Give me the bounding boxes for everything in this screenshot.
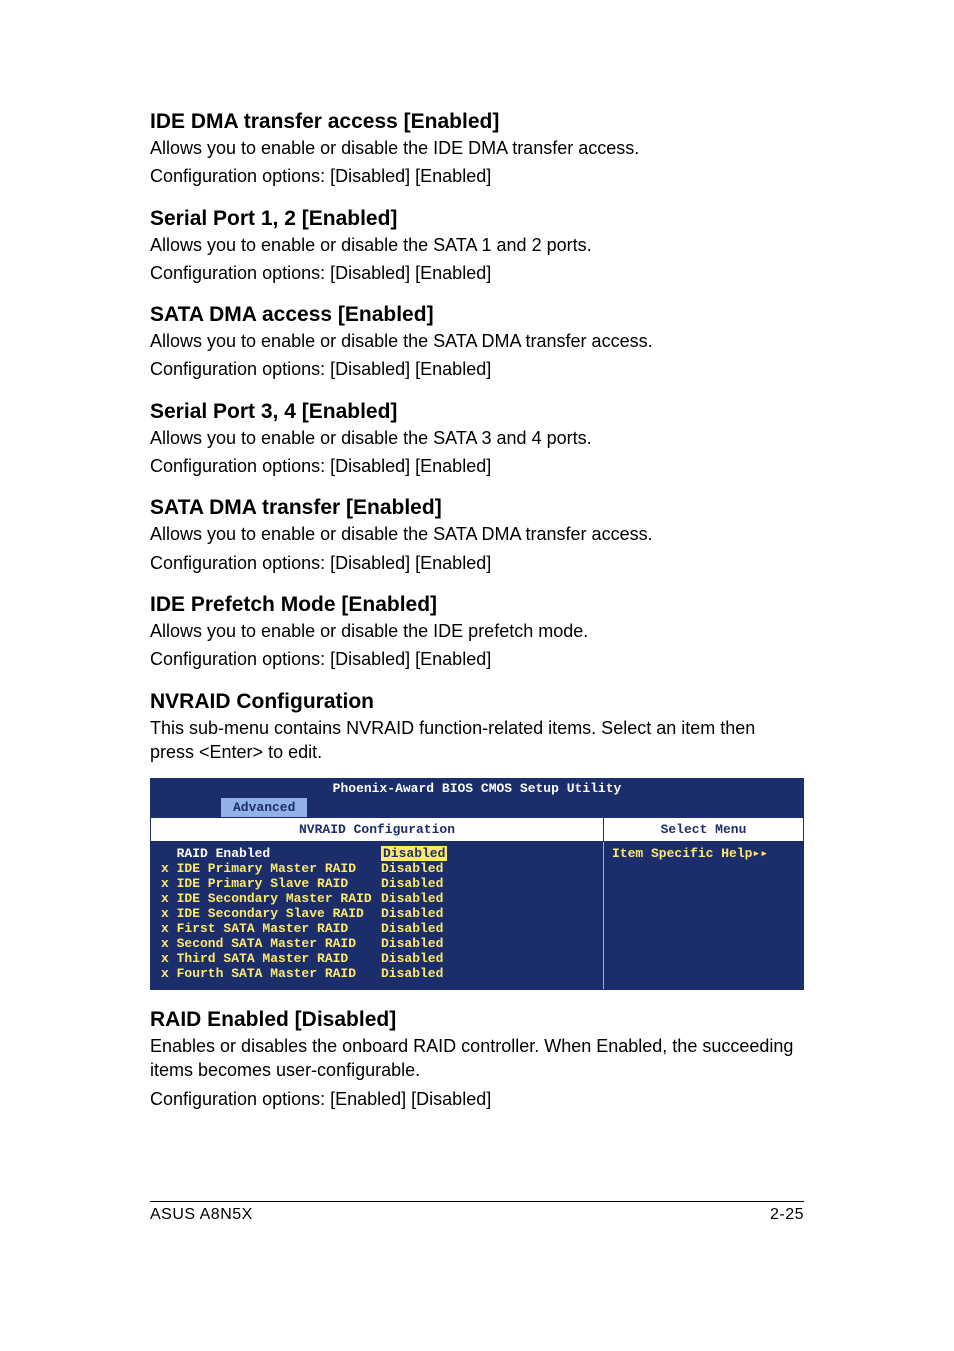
bios-left-heading: NVRAID Configuration — [151, 818, 603, 841]
bios-items-pane: RAID Enabled Disabled x IDE Primary Mast… — [151, 842, 603, 989]
bios-item-value: Disabled — [381, 861, 443, 876]
body-text: Allows you to enable or disable the IDE … — [150, 136, 804, 160]
body-text: Configuration options: [Enabled] [Disabl… — [150, 1087, 804, 1111]
bios-item-third-sata-master-raid[interactable]: x Third SATA Master RAID Disabled — [161, 951, 593, 966]
body-text: This sub-menu contains NVRAID function-r… — [150, 716, 804, 765]
bios-item-fourth-sata-master-raid[interactable]: x Fourth SATA Master RAID Disabled — [161, 966, 593, 981]
bios-item-value: Disabled — [381, 846, 447, 861]
bios-item-second-sata-master-raid[interactable]: x Second SATA Master RAID Disabled — [161, 936, 593, 951]
bios-item-value: Disabled — [381, 951, 443, 966]
bios-item-value: Disabled — [381, 966, 443, 981]
heading-serial-port-1-2: Serial Port 1, 2 [Enabled] — [150, 207, 804, 231]
bios-item-label: x Second SATA Master RAID — [161, 936, 381, 951]
bios-body: RAID Enabled Disabled x IDE Primary Mast… — [151, 841, 803, 989]
bios-subheader-row: NVRAID Configuration Select Menu — [151, 817, 803, 841]
bios-help-text: Item Specific Help▸▸ — [612, 846, 768, 861]
bios-item-raid-enabled[interactable]: RAID Enabled Disabled — [161, 846, 593, 861]
bios-item-label: x IDE Primary Master RAID — [161, 861, 381, 876]
bios-item-label: x First SATA Master RAID — [161, 921, 381, 936]
body-text: Allows you to enable or disable the SATA… — [150, 522, 804, 546]
bios-item-label: x IDE Primary Slave RAID — [161, 876, 381, 891]
footer-page-number: 2-25 — [770, 1206, 804, 1224]
bios-item-label: x IDE Secondary Master RAID — [161, 891, 381, 906]
page: IDE DMA transfer access [Enabled] Allows… — [0, 0, 954, 1284]
bios-item-label: x IDE Secondary Slave RAID — [161, 906, 381, 921]
body-text: Enables or disables the onboard RAID con… — [150, 1034, 804, 1083]
bios-item-ide-secondary-slave-raid[interactable]: x IDE Secondary Slave RAID Disabled — [161, 906, 593, 921]
heading-nvraid-configuration: NVRAID Configuration — [150, 690, 804, 714]
bios-item-ide-secondary-master-raid[interactable]: x IDE Secondary Master RAID Disabled — [161, 891, 593, 906]
bios-item-label: x Fourth SATA Master RAID — [161, 966, 381, 981]
bios-item-value: Disabled — [381, 936, 443, 951]
bios-item-label: RAID Enabled — [161, 846, 381, 861]
bios-item-value: Disabled — [381, 876, 443, 891]
body-text: Allows you to enable or disable the SATA… — [150, 233, 804, 257]
bios-item-value: Disabled — [381, 906, 443, 921]
heading-ide-prefetch-mode: IDE Prefetch Mode [Enabled] — [150, 593, 804, 617]
body-text: Allows you to enable or disable the SATA… — [150, 329, 804, 353]
bios-item-ide-primary-master-raid[interactable]: x IDE Primary Master RAID Disabled — [161, 861, 593, 876]
bios-item-value: Disabled — [381, 891, 443, 906]
heading-ide-dma-transfer-access: IDE DMA transfer access [Enabled] — [150, 110, 804, 134]
page-footer: ASUS A8N5X 2-25 — [150, 1202, 804, 1224]
body-text: Configuration options: [Disabled] [Enabl… — [150, 164, 804, 188]
body-text: Configuration options: [Disabled] [Enabl… — [150, 261, 804, 285]
bios-right-heading: Select Menu — [603, 818, 803, 841]
body-text: Configuration options: [Disabled] [Enabl… — [150, 454, 804, 478]
bios-tab-bar: Advanced — [151, 798, 803, 817]
bios-item-first-sata-master-raid[interactable]: x First SATA Master RAID Disabled — [161, 921, 593, 936]
bios-help-pane: Item Specific Help▸▸ — [603, 842, 803, 989]
heading-sata-dma-access: SATA DMA access [Enabled] — [150, 303, 804, 327]
body-text: Allows you to enable or disable the IDE … — [150, 619, 804, 643]
bios-tab-advanced[interactable]: Advanced — [221, 798, 307, 817]
body-text: Configuration options: [Disabled] [Enabl… — [150, 551, 804, 575]
footer-left: ASUS A8N5X — [150, 1206, 253, 1224]
body-text: Allows you to enable or disable the SATA… — [150, 426, 804, 450]
bios-item-label: x Third SATA Master RAID — [161, 951, 381, 966]
body-text: Configuration options: [Disabled] [Enabl… — [150, 357, 804, 381]
bios-title: Phoenix-Award BIOS CMOS Setup Utility — [151, 779, 803, 798]
heading-raid-enabled: RAID Enabled [Disabled] — [150, 1008, 804, 1032]
heading-sata-dma-transfer: SATA DMA transfer [Enabled] — [150, 496, 804, 520]
heading-serial-port-3-4: Serial Port 3, 4 [Enabled] — [150, 400, 804, 424]
bios-item-ide-primary-slave-raid[interactable]: x IDE Primary Slave RAID Disabled — [161, 876, 593, 891]
bios-screenshot: Phoenix-Award BIOS CMOS Setup Utility Ad… — [150, 778, 804, 990]
bios-item-value: Disabled — [381, 921, 443, 936]
body-text: Configuration options: [Disabled] [Enabl… — [150, 647, 804, 671]
